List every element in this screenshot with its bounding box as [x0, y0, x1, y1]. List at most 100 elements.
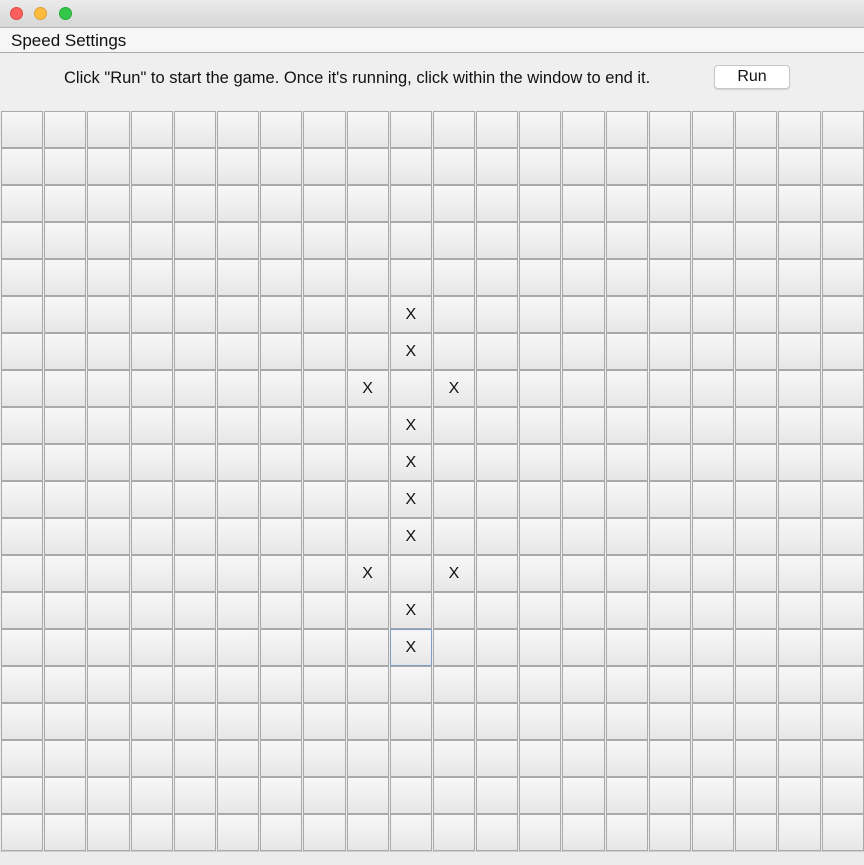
grid-cell[interactable]: [562, 296, 605, 333]
grid-cell[interactable]: [821, 111, 864, 148]
grid-cell[interactable]: [44, 296, 87, 333]
grid-cell[interactable]: [432, 666, 476, 703]
grid-cell[interactable]: [389, 148, 432, 185]
grid-cell[interactable]: [303, 296, 346, 333]
grid-cell[interactable]: [476, 740, 519, 777]
grid-cell[interactable]: [303, 407, 346, 444]
grid-cell[interactable]: [519, 814, 562, 851]
grid-cell[interactable]: [692, 333, 735, 370]
grid-cell[interactable]: [130, 185, 173, 222]
grid-cell[interactable]: [87, 703, 130, 740]
grid-cell[interactable]: [821, 703, 864, 740]
grid-cell[interactable]: [130, 814, 173, 851]
grid-cell[interactable]: [44, 111, 87, 148]
grid-cell[interactable]: [44, 222, 87, 259]
grid-cell[interactable]: [260, 814, 303, 851]
grid-cell[interactable]: [44, 592, 87, 629]
grid-cell[interactable]: [605, 555, 648, 592]
grid-cell[interactable]: [87, 740, 130, 777]
grid-cell[interactable]: [562, 444, 605, 481]
grid-cell[interactable]: [87, 555, 130, 592]
grid-cell[interactable]: [44, 777, 87, 814]
grid-cell[interactable]: [562, 592, 605, 629]
grid-cell[interactable]: [346, 629, 389, 666]
grid-cell[interactable]: [778, 444, 821, 481]
grid-cell[interactable]: [346, 518, 389, 555]
grid-cell[interactable]: [519, 333, 562, 370]
grid-cell[interactable]: [821, 333, 864, 370]
grid-cell[interactable]: [648, 481, 691, 518]
grid-cell[interactable]: [735, 481, 778, 518]
grid-cell[interactable]: [44, 481, 87, 518]
grid-cell[interactable]: [562, 666, 605, 703]
grid-cell[interactable]: [389, 259, 432, 296]
grid-cell[interactable]: [130, 777, 173, 814]
grid-cell[interactable]: [173, 666, 216, 703]
grid-cell[interactable]: [346, 777, 389, 814]
grid-cell[interactable]: [692, 592, 735, 629]
grid-cell[interactable]: [821, 592, 864, 629]
grid-cell[interactable]: [432, 740, 476, 777]
grid-cell[interactable]: [778, 407, 821, 444]
grid-cell[interactable]: [44, 148, 87, 185]
grid-cell[interactable]: [260, 666, 303, 703]
grid-cell[interactable]: [476, 518, 519, 555]
grid-cell[interactable]: [605, 777, 648, 814]
grid-cell[interactable]: [735, 592, 778, 629]
grid-cell[interactable]: [821, 629, 864, 666]
grid-cell[interactable]: [648, 407, 691, 444]
grid-cell[interactable]: [44, 407, 87, 444]
grid-cell[interactable]: [778, 111, 821, 148]
grid-cell[interactable]: [432, 629, 476, 666]
grid-cell[interactable]: X: [389, 407, 432, 444]
grid-cell[interactable]: [216, 148, 260, 185]
grid-cell[interactable]: [346, 148, 389, 185]
grid-cell[interactable]: [605, 333, 648, 370]
grid-cell[interactable]: [562, 740, 605, 777]
grid-cell[interactable]: [173, 333, 216, 370]
grid-cell[interactable]: [44, 518, 87, 555]
grid-cell[interactable]: [692, 481, 735, 518]
grid-cell[interactable]: [216, 296, 260, 333]
grid-cell[interactable]: [476, 222, 519, 259]
grid-cell[interactable]: [605, 296, 648, 333]
grid-cell[interactable]: [519, 407, 562, 444]
grid-cell[interactable]: [260, 629, 303, 666]
grid-cell[interactable]: [648, 518, 691, 555]
grid-cell[interactable]: [432, 148, 476, 185]
grid-cell[interactable]: [1, 703, 44, 740]
grid-cell[interactable]: [778, 481, 821, 518]
grid-cell[interactable]: [260, 703, 303, 740]
grid-cell[interactable]: [173, 222, 216, 259]
grid-cell[interactable]: [562, 222, 605, 259]
grid-cell[interactable]: [432, 407, 476, 444]
grid-cell[interactable]: [692, 666, 735, 703]
grid-cell[interactable]: [519, 666, 562, 703]
grid-cell[interactable]: [692, 444, 735, 481]
grid-cell[interactable]: [216, 185, 260, 222]
grid-cell[interactable]: [260, 148, 303, 185]
grid-cell[interactable]: [735, 111, 778, 148]
grid-cell[interactable]: [519, 148, 562, 185]
grid-cell[interactable]: [735, 444, 778, 481]
grid-cell[interactable]: [87, 370, 130, 407]
grid-cell[interactable]: [692, 222, 735, 259]
grid-cell[interactable]: [87, 666, 130, 703]
grid-cell[interactable]: [130, 555, 173, 592]
grid-cell[interactable]: [216, 333, 260, 370]
grid-cell[interactable]: [303, 370, 346, 407]
grid-cell[interactable]: [778, 222, 821, 259]
grid-cell[interactable]: [389, 555, 432, 592]
grid-cell[interactable]: [562, 481, 605, 518]
grid-cell[interactable]: [519, 296, 562, 333]
grid-cell[interactable]: [605, 259, 648, 296]
grid-cell[interactable]: [821, 259, 864, 296]
grid-cell[interactable]: [260, 444, 303, 481]
grid-cell[interactable]: [648, 111, 691, 148]
grid-cell[interactable]: [821, 666, 864, 703]
grid-cell[interactable]: [778, 259, 821, 296]
grid-cell[interactable]: [432, 777, 476, 814]
grid-cell[interactable]: [1, 666, 44, 703]
grid-cell[interactable]: [87, 296, 130, 333]
grid-cell[interactable]: [260, 296, 303, 333]
